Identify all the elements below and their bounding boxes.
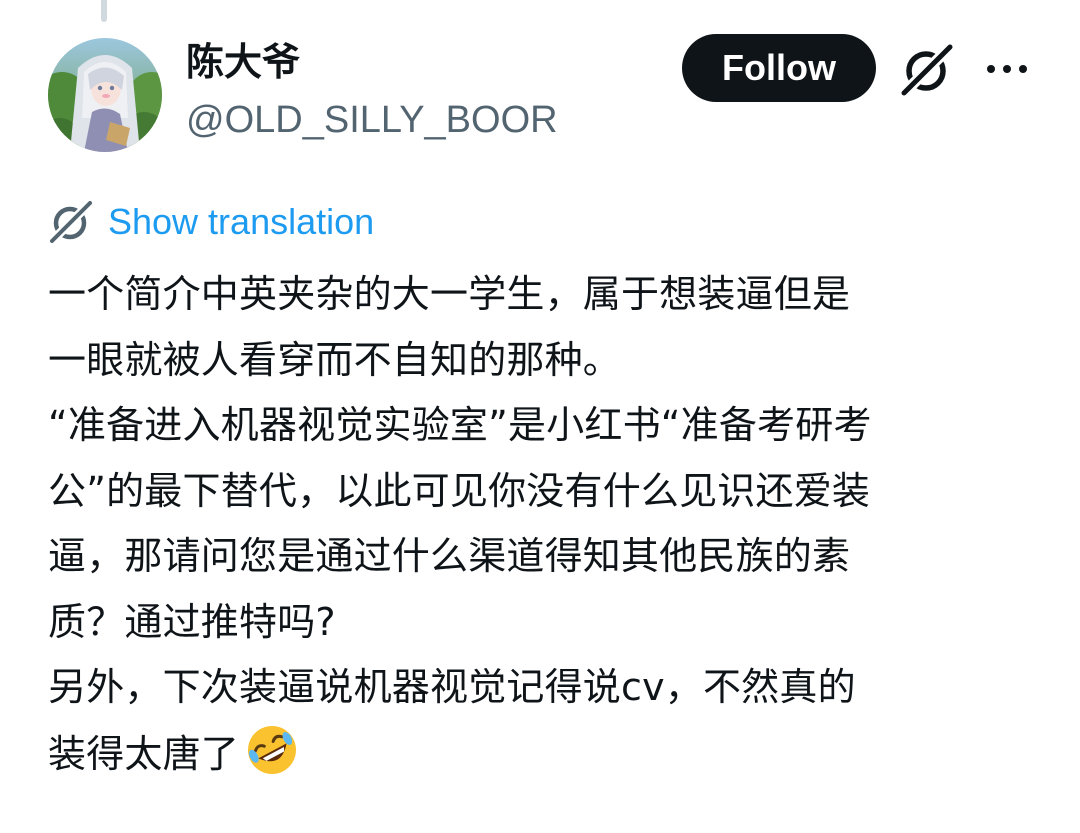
avatar[interactable]: [48, 38, 162, 152]
more-dots-icon[interactable]: [982, 52, 1032, 86]
author-handle[interactable]: @OLD_SILLY_BOOR: [186, 94, 558, 146]
tweet-line: “准备进入机器视觉实验室”是小红书“准备考研考: [48, 403, 872, 447]
tweet-line: 一眼就被人看穿而不自知的那种。: [48, 337, 622, 382]
show-translation-link[interactable]: Show translation: [47, 198, 375, 246]
grok-icon[interactable]: [898, 41, 956, 99]
grok-icon: [47, 198, 95, 246]
tweet-line: 另外，下次装逼说机器视觉记得说cv，不然真的: [48, 665, 856, 709]
tweet-line: 逼，那请问您是通过什么渠道得知其他民族的素: [48, 534, 851, 578]
tweet-line: 一个简介中英夹杂的大一学生，属于想装逼但是: [48, 272, 851, 316]
follow-button[interactable]: Follow: [682, 34, 876, 102]
tweet-line: 质？通过推特吗?: [48, 599, 336, 644]
tweet-line: 公”的最下替代，以此可见你没有什么见识还爱装: [48, 468, 871, 513]
tweet-line: 装得太唐了: [48, 731, 240, 776]
rolling-on-floor-laughing-emoji: [243, 721, 301, 779]
show-translation-label: Show translation: [108, 201, 375, 242]
tweet-text: 一个简介中英夹杂的大一学生，属于想装逼但是 一眼就被人看穿而不自知的那种。 “准…: [48, 262, 1038, 787]
thread-connector-line: [101, 0, 107, 22]
author-display-name[interactable]: 陈大爷: [186, 36, 300, 88]
tweet-last-line: 装得太唐了: [48, 721, 1038, 788]
